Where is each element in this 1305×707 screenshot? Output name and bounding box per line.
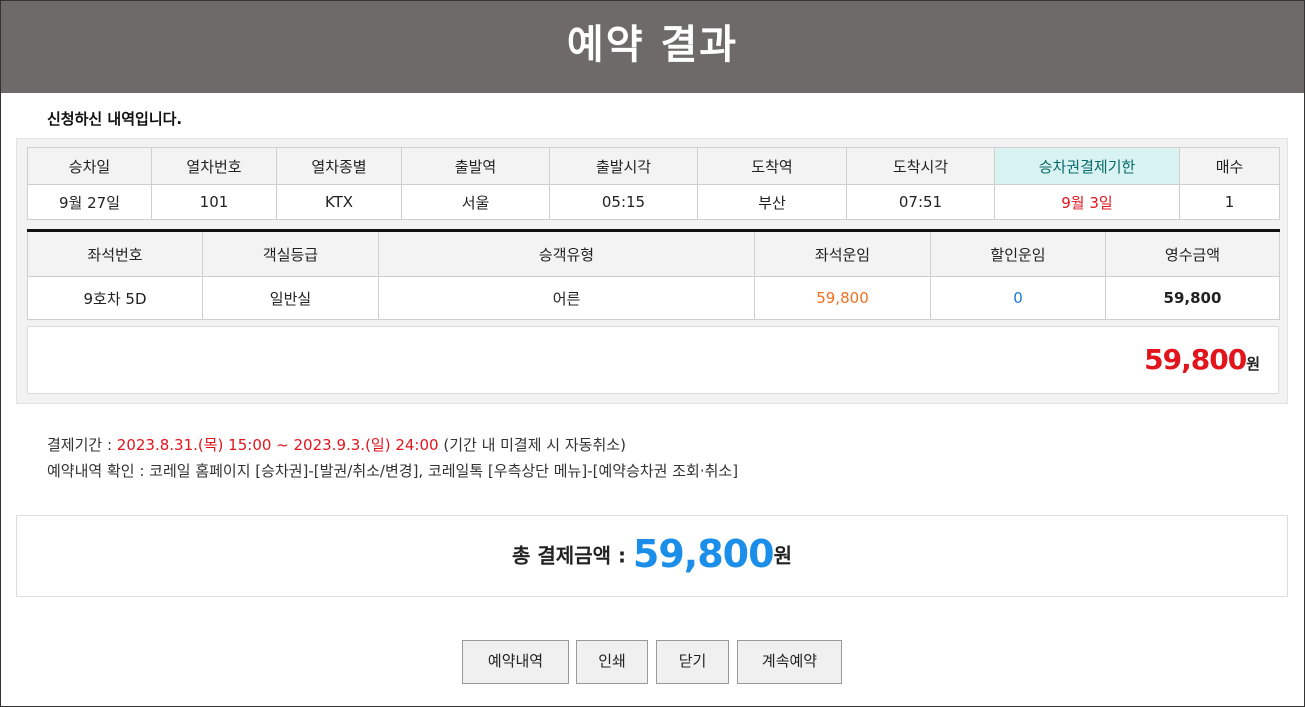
confirm-info-line: 예약내역 확인 : 코레일 홈페이지 [승차권]-[발권/취소/변경], 코레일… [47, 462, 739, 480]
schedule-row: 9월 27일 101 KTX 서울 05:15 부산 07:51 9월 3일 1 [27, 184, 1280, 220]
train-type: KTX [276, 184, 402, 220]
fare-row: 9호차 5D 일반실 어른 59,800 0 59,800 [27, 276, 1280, 320]
header-seat-number: 좌석번호 [27, 230, 203, 277]
total-payment-box: 총 결제금액 : 59,800원 [16, 515, 1288, 597]
discount-fare: 0 [930, 276, 1106, 320]
seat-fare: 59,800 [754, 276, 931, 320]
fare-table: 좌석번호 객실등급 승객유형 좌석운임 할인운임 영수금액 9호차 5D 일반실… [27, 229, 1280, 320]
header-seat-fare: 좌석운임 [754, 230, 931, 277]
train-number: 101 [151, 184, 277, 220]
subtotal-unit: 원 [1246, 355, 1260, 373]
departure-station: 서울 [401, 184, 550, 220]
reservation-history-button[interactable]: 예약내역 [462, 640, 569, 684]
payment-period-label: 결제기간 : [47, 436, 117, 454]
receipt-amount: 59,800 [1105, 276, 1280, 320]
total-payment-label: 총 결제금액 : [512, 543, 633, 568]
header-departure-station: 출발역 [401, 147, 550, 185]
schedule-table: 승차일 열차번호 열차종별 출발역 출발시각 도착역 도착시각 승차권결제기한 … [27, 147, 1280, 220]
header-passenger-type: 승객유형 [378, 230, 755, 277]
header-payment-deadline: 승차권결제기한 [994, 147, 1180, 185]
total-payment-amount: 59,800 [632, 532, 775, 576]
payment-period-line: 결제기간 : 2023.8.31.(목) 15:00 ~ 2023.9.3.(일… [47, 434, 626, 455]
page-title: 예약 결과 [1, 1, 1304, 93]
intro-text: 신청하신 내역입니다. [47, 110, 183, 128]
close-button[interactable]: 닫기 [656, 640, 729, 684]
continue-reservation-button[interactable]: 계속예약 [737, 640, 842, 684]
header-train-number: 열차번호 [151, 147, 277, 185]
header-arrival-station: 도착역 [697, 147, 847, 185]
payment-deadline: 9월 3일 [994, 184, 1180, 220]
seat-number: 9호차 5D [27, 276, 203, 320]
subtotal-amount: 59,800 [1144, 343, 1247, 376]
boarding-date: 9월 27일 [27, 184, 152, 220]
header-discount-fare: 할인운임 [930, 230, 1106, 277]
arrival-station: 부산 [697, 184, 847, 220]
total-payment-unit: 원 [773, 543, 792, 568]
subtotal-amount-group: 59,800원 [1144, 343, 1260, 376]
payment-period-range: 2023.8.31.(목) 15:00 ~ 2023.9.3.(일) 24:00 [116, 436, 439, 454]
header-car-class: 객실등급 [202, 230, 379, 277]
subtotal-box: 59,800원 [27, 326, 1279, 394]
header-departure-time: 출발시각 [549, 147, 698, 185]
car-class: 일반실 [202, 276, 379, 320]
arrival-time: 07:51 [846, 184, 995, 220]
header-train-type: 열차종별 [276, 147, 402, 185]
header-receipt-amount: 영수금액 [1105, 230, 1280, 277]
total-payment-group: 총 결제금액 : 59,800원 [17, 532, 1287, 576]
fare-header-row: 좌석번호 객실등급 승객유형 좌석운임 할인운임 영수금액 [27, 230, 1280, 277]
passenger-type: 어른 [378, 276, 755, 320]
print-button[interactable]: 인쇄 [576, 640, 648, 684]
header-boarding-date: 승차일 [27, 147, 152, 185]
departure-time: 05:15 [549, 184, 698, 220]
ticket-count: 1 [1179, 184, 1280, 220]
header-ticket-count: 매수 [1179, 147, 1280, 185]
schedule-header-row: 승차일 열차번호 열차종별 출발역 출발시각 도착역 도착시각 승차권결제기한 … [27, 147, 1280, 185]
payment-period-note: (기간 내 미결제 시 자동취소) [438, 436, 626, 454]
header-arrival-time: 도착시각 [846, 147, 995, 185]
